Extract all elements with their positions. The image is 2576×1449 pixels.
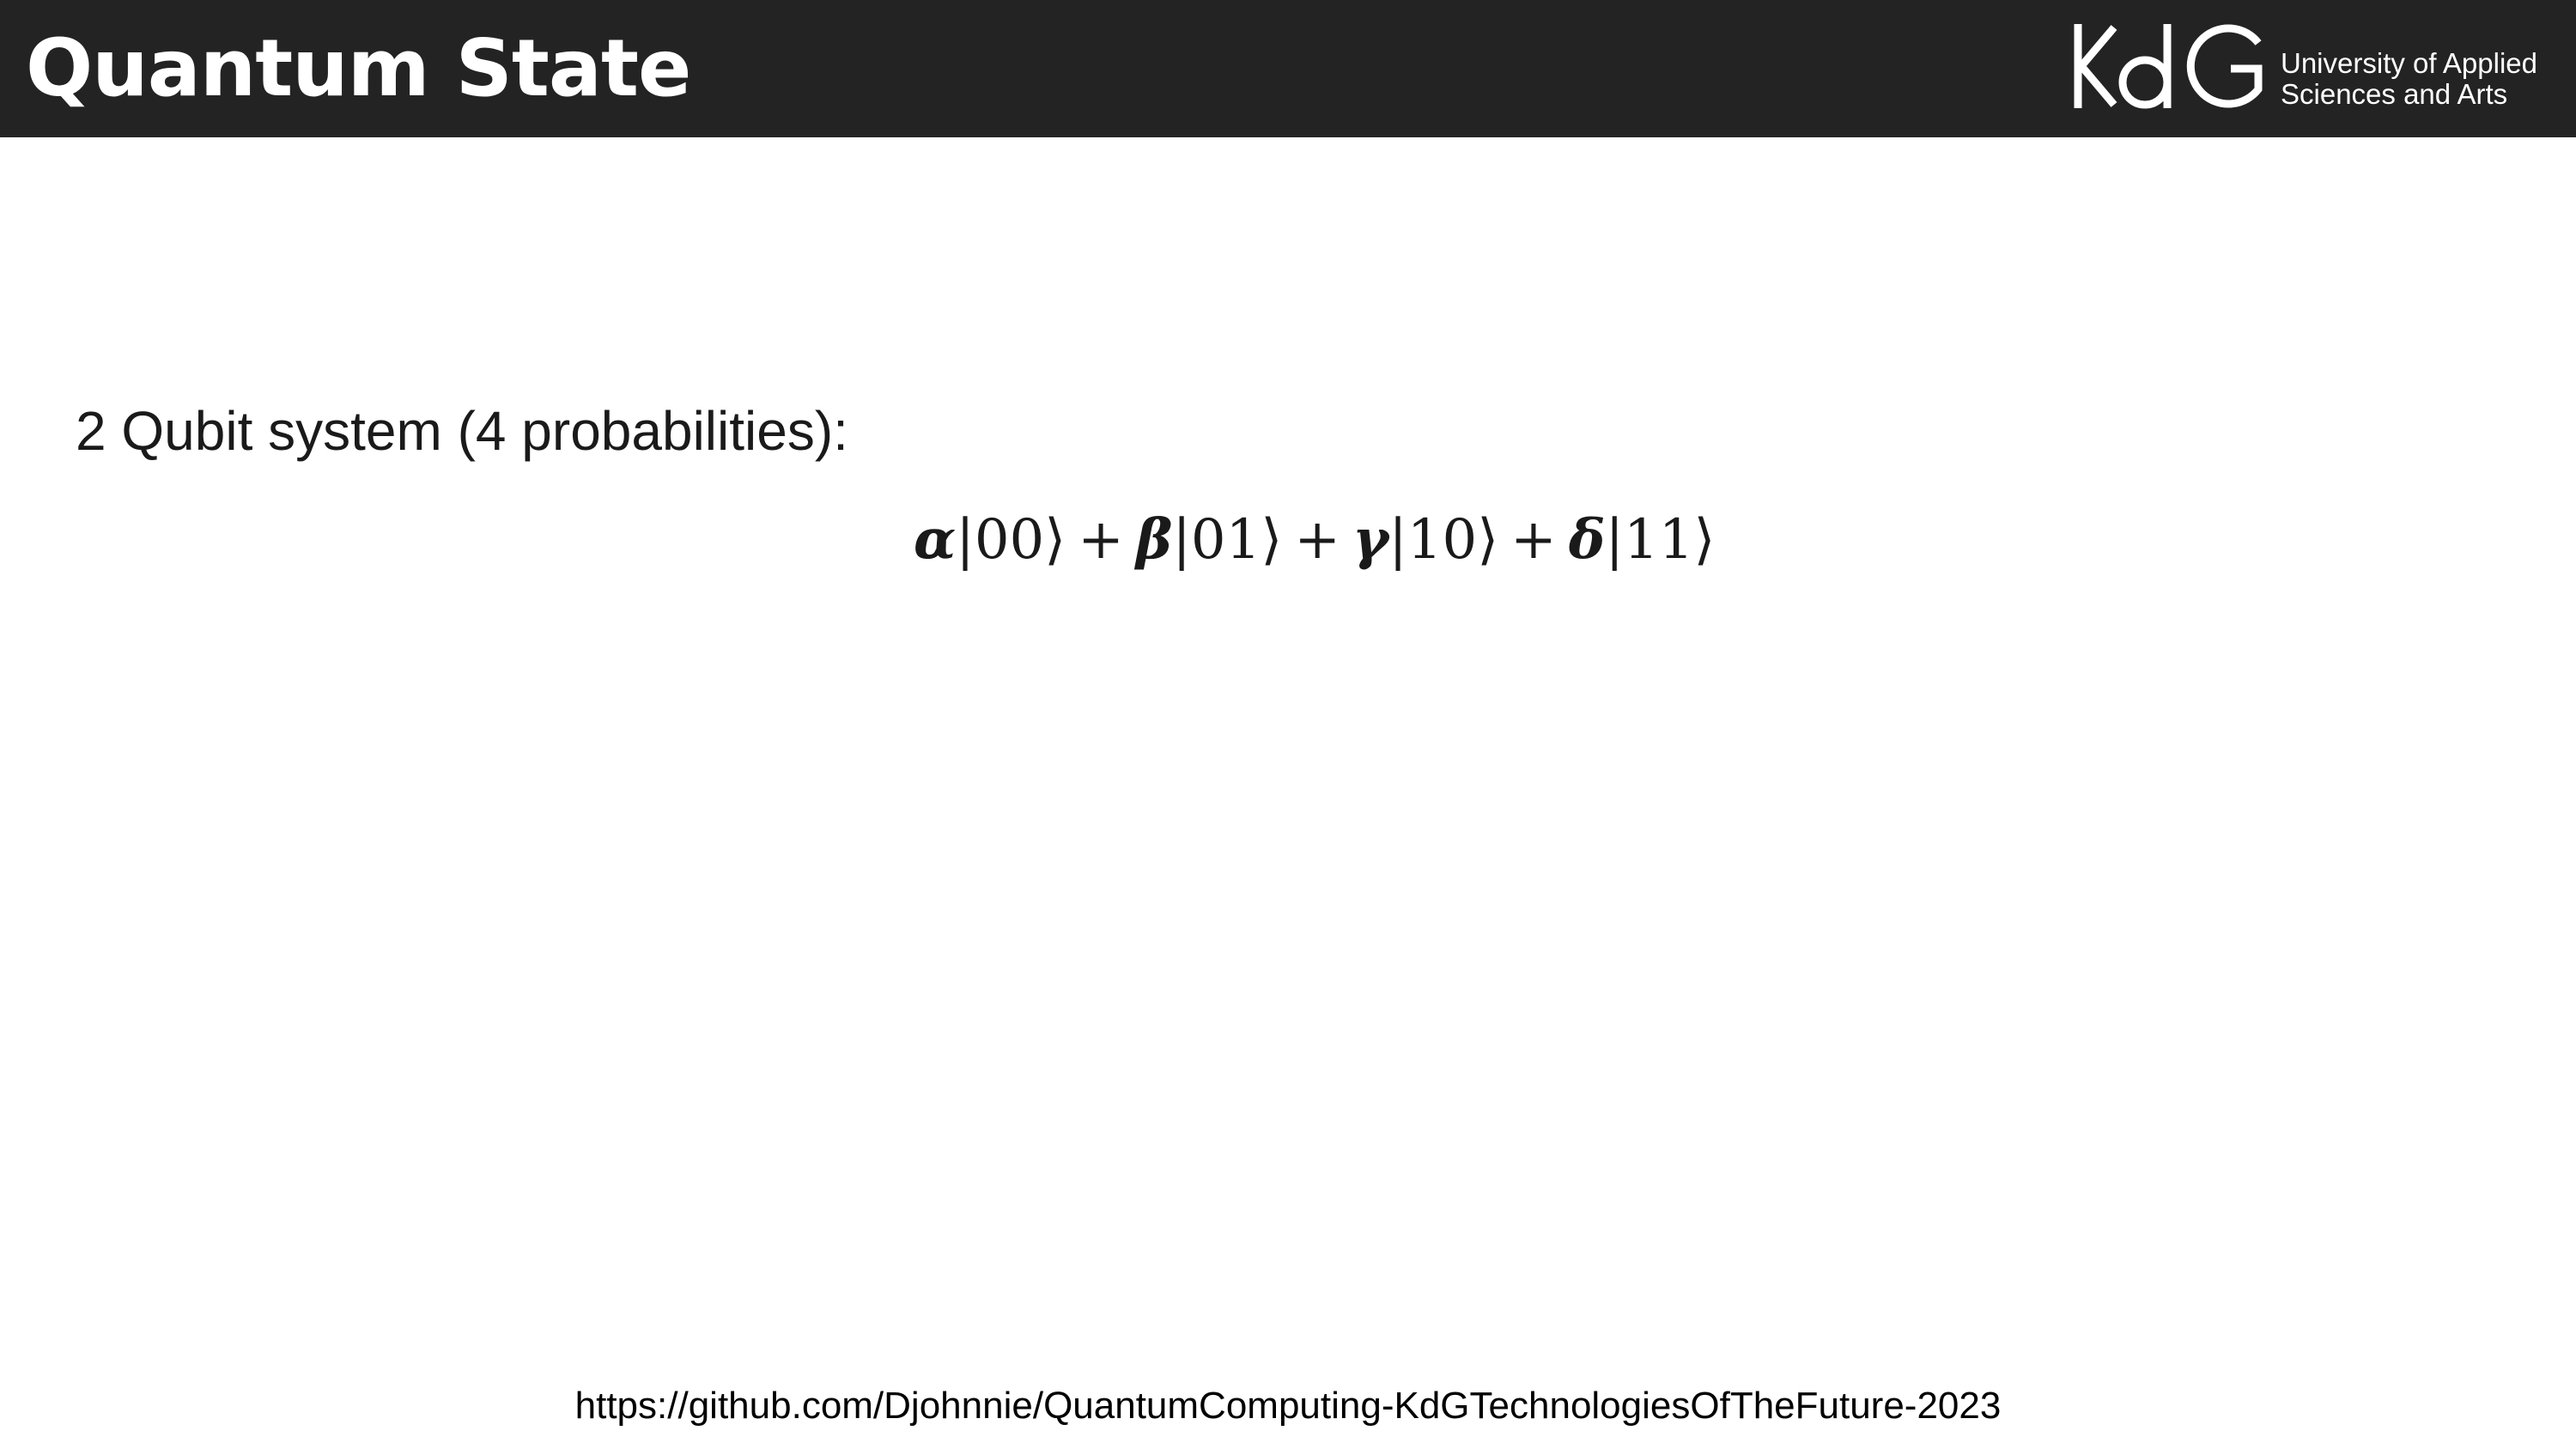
logo-line-2: Sciences and Arts [2281, 78, 2508, 110]
kdg-logo: University of Applied Sciences and Arts [2071, 19, 2552, 113]
coefficient-gamma: γ [1352, 507, 1389, 572]
ket-01: |01⟩ [1172, 508, 1283, 572]
coefficient-delta: δ [1568, 507, 1606, 572]
coefficient-beta: β [1135, 507, 1173, 572]
ket-11: |11⟩ [1605, 508, 1716, 572]
slide-title: Quantum State [26, 22, 691, 114]
content-subtitle: 2 Qubit system (4 probabilities): [76, 400, 848, 462]
plus-operator: + [1294, 508, 1340, 572]
kdg-logo-mark-icon [2074, 24, 2263, 109]
github-repo-link[interactable]: https://github.com/Djohnnie/QuantumCompu… [0, 1384, 2576, 1428]
ket-00: |00⟩ [956, 508, 1066, 572]
coefficient-alpha: α [914, 507, 957, 572]
logo-line-1: University of Applied [2281, 47, 2537, 79]
slide: Quantum State University of Applied Scie… [0, 0, 2576, 1449]
ket-10: |10⟩ [1388, 508, 1499, 572]
two-qubit-state-equation: α|00⟩ + β|01⟩ + γ|10⟩ + δ|11⟩ [914, 501, 1715, 579]
header-bar: Quantum State University of Applied Scie… [0, 0, 2576, 137]
plus-operator: + [1078, 508, 1124, 572]
plus-operator: + [1510, 508, 1557, 572]
kdg-logo-text: University of Applied Sciences and Arts [2281, 48, 2555, 110]
